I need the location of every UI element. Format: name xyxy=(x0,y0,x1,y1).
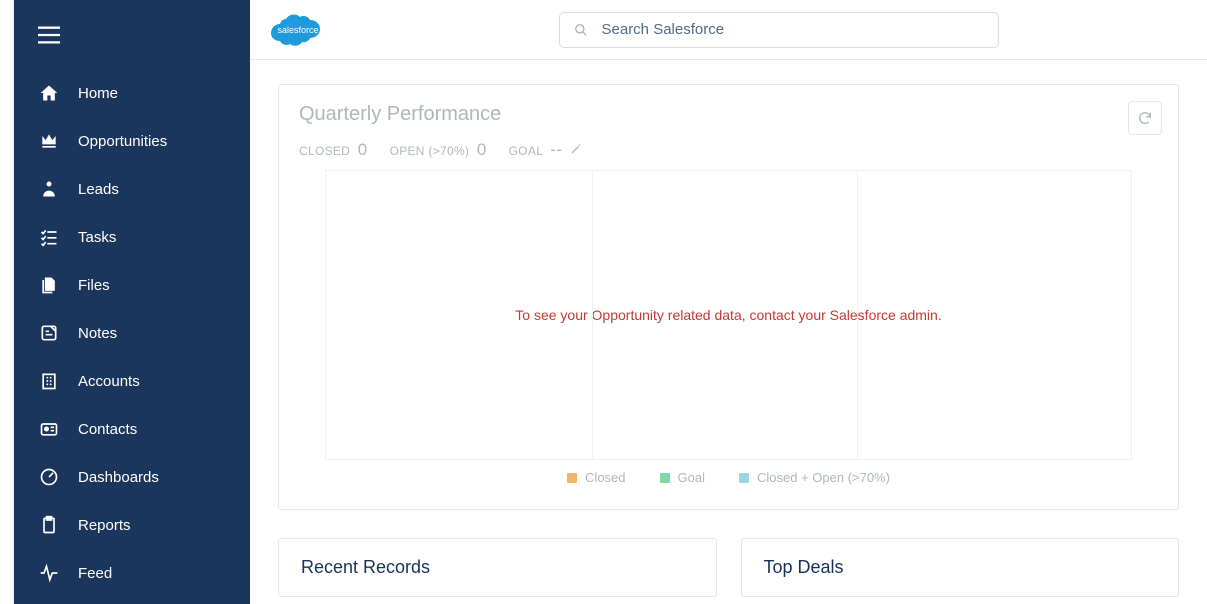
legend-closed-open: Closed + Open (>70%) xyxy=(739,470,890,485)
window-gutter xyxy=(0,0,14,604)
sidebar-item-home[interactable]: Home xyxy=(14,69,250,117)
salesforce-logo[interactable]: salesforce xyxy=(268,9,328,51)
refresh-button[interactable] xyxy=(1128,101,1162,135)
building-icon xyxy=(38,370,60,392)
legend-label: Closed xyxy=(585,470,625,485)
refresh-icon xyxy=(1137,110,1153,126)
card-title: Recent Records xyxy=(301,557,694,578)
content-scroll[interactable]: Quarterly Performance CLOSED 0 OPEN (>70… xyxy=(250,60,1207,604)
note-icon xyxy=(38,322,60,344)
sidebar-item-label: Files xyxy=(78,277,110,294)
checklist-icon xyxy=(38,226,60,248)
clipboard-icon xyxy=(38,514,60,536)
menu-toggle-button[interactable] xyxy=(14,14,250,69)
sidebar-item-label: Home xyxy=(78,85,118,102)
swatch-goal-icon xyxy=(660,473,670,483)
edit-goal-button[interactable] xyxy=(566,144,582,158)
crown-icon xyxy=(38,130,60,152)
goal-label: GOAL xyxy=(509,144,543,158)
sidebar-item-tasks[interactable]: Tasks xyxy=(14,213,250,261)
search-icon xyxy=(574,23,588,37)
sidebar: Home Opportunities Leads Tasks Files Not… xyxy=(14,0,250,604)
sidebar-item-feed[interactable]: Feed xyxy=(14,549,250,597)
sidebar-item-label: Feed xyxy=(78,565,112,582)
swatch-closed-icon xyxy=(567,473,577,483)
sidebar-item-label: Reports xyxy=(78,517,131,534)
search-input[interactable] xyxy=(602,21,984,38)
sidebar-item-reports[interactable]: Reports xyxy=(14,501,250,549)
recent-records-card: Recent Records xyxy=(278,538,717,597)
person-star-icon xyxy=(38,178,60,200)
sidebar-item-label: Contacts xyxy=(78,421,137,438)
stats-row: CLOSED 0 OPEN (>70%) 0 GOAL -- xyxy=(299,140,1158,160)
legend-label: Goal xyxy=(678,470,705,485)
card-title: Quarterly Performance xyxy=(299,103,1158,126)
sidebar-item-label: Dashboards xyxy=(78,469,159,486)
goal-value: -- xyxy=(550,140,562,159)
lower-cards-row: Recent Records Top Deals xyxy=(278,538,1179,597)
sidebar-item-files[interactable]: Files xyxy=(14,261,250,309)
hamburger-icon xyxy=(38,26,60,44)
sidebar-item-opportunities[interactable]: Opportunities xyxy=(14,117,250,165)
sidebar-item-label: Notes xyxy=(78,325,117,342)
quarterly-performance-card: Quarterly Performance CLOSED 0 OPEN (>70… xyxy=(278,84,1179,510)
closed-value: 0 xyxy=(358,140,368,159)
sidebar-item-label: Leads xyxy=(78,181,119,198)
pencil-icon xyxy=(570,143,582,155)
swatch-closed-open-icon xyxy=(739,473,749,483)
id-card-icon xyxy=(38,418,60,440)
open-label: OPEN (>70%) xyxy=(390,144,470,158)
chart-area: To see your Opportunity related data, co… xyxy=(325,170,1132,460)
legend-label: Closed + Open (>70%) xyxy=(757,470,890,485)
sidebar-item-contacts[interactable]: Contacts xyxy=(14,405,250,453)
sidebar-item-label: Accounts xyxy=(78,373,140,390)
home-icon xyxy=(38,82,60,104)
closed-label: CLOSED xyxy=(299,144,350,158)
sidebar-item-label: Tasks xyxy=(78,229,116,246)
legend-goal: Goal xyxy=(660,470,705,485)
logo-text: salesforce xyxy=(277,25,318,35)
files-icon xyxy=(38,274,60,296)
pulse-icon xyxy=(38,562,60,584)
sidebar-item-label: Opportunities xyxy=(78,133,167,150)
chart-legend: Closed Goal Closed + Open (>70%) xyxy=(299,470,1158,485)
legend-closed: Closed xyxy=(567,470,625,485)
sidebar-item-accounts[interactable]: Accounts xyxy=(14,357,250,405)
sidebar-item-dashboards[interactable]: Dashboards xyxy=(14,453,250,501)
sidebar-item-leads[interactable]: Leads xyxy=(14,165,250,213)
top-deals-card: Top Deals xyxy=(741,538,1180,597)
open-value: 0 xyxy=(477,140,487,159)
card-title: Top Deals xyxy=(764,557,1157,578)
main-area: salesforce Quarterly Performance CLOSED … xyxy=(250,0,1207,604)
cloud-icon: salesforce xyxy=(268,9,328,51)
gauge-icon xyxy=(38,466,60,488)
sidebar-item-notes[interactable]: Notes xyxy=(14,309,250,357)
chart-empty-message: To see your Opportunity related data, co… xyxy=(515,307,941,323)
topbar: salesforce xyxy=(250,0,1207,60)
search-container xyxy=(559,12,999,48)
